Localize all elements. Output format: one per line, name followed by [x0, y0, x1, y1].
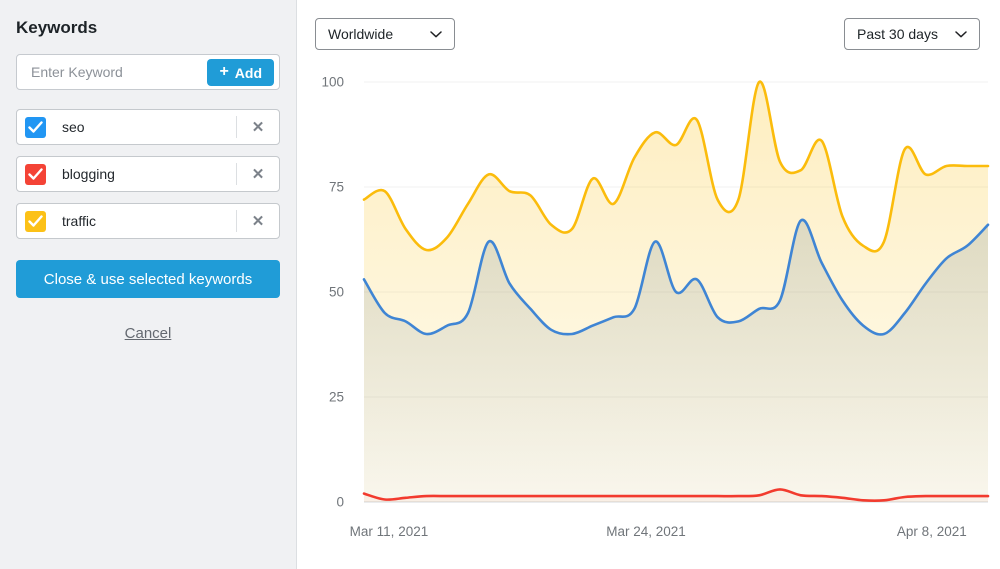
- keyword-row-blogging: blogging ✕: [16, 156, 280, 192]
- chevron-down-icon: [430, 31, 442, 38]
- keyword-checkbox[interactable]: [25, 164, 46, 185]
- divider: [236, 116, 237, 138]
- x-axis-tick-label: Mar 24, 2021: [606, 524, 686, 539]
- apply-keywords-button[interactable]: Close & use selected keywords: [16, 260, 280, 298]
- keyword-checkbox[interactable]: [25, 117, 46, 138]
- cancel-link[interactable]: Cancel: [16, 325, 280, 342]
- x-axis-tick-label: Apr 8, 2021: [897, 524, 967, 539]
- keyword-label: blogging: [62, 166, 236, 182]
- keyword-row-seo: seo ✕: [16, 109, 280, 145]
- chevron-down-icon: [955, 31, 967, 38]
- add-keyword-button[interactable]: + Add: [207, 59, 274, 86]
- close-icon: ✕: [252, 119, 265, 136]
- y-axis-tick-label: 50: [329, 285, 344, 300]
- trends-panel: 0 25 50 75 100 Mar 11, 2021 Mar 24, 2021 Apr 8,…: [298, 0, 1000, 569]
- remove-keyword-button[interactable]: ✕: [243, 210, 273, 233]
- add-button-label: Add: [235, 65, 262, 81]
- date-range-select[interactable]: Past 30 days: [844, 18, 980, 50]
- y-axis-tick-label: 75: [329, 180, 344, 195]
- trends-chart: 0 25 50 75 100 Mar 11, 2021 Mar 24, 2021 Apr 8,…: [298, 0, 1000, 569]
- plus-icon: +: [219, 64, 228, 80]
- keyword-row-traffic: traffic ✕: [16, 203, 280, 239]
- keyword-checkbox[interactable]: [25, 211, 46, 232]
- divider: [236, 210, 237, 232]
- x-axis-tick-label: Mar 11, 2021: [350, 524, 429, 539]
- remove-keyword-button[interactable]: ✕: [243, 116, 273, 139]
- keyword-label: seo: [62, 119, 236, 135]
- check-icon: [28, 168, 43, 181]
- check-icon: [28, 215, 43, 228]
- keywords-sidebar: Keywords + Add seo ✕: [0, 0, 297, 569]
- y-axis-tick-label: 25: [329, 390, 344, 405]
- region-select-value: Worldwide: [328, 26, 393, 42]
- y-axis-tick-label: 0: [336, 495, 344, 510]
- close-icon: ✕: [252, 166, 265, 183]
- date-range-select-value: Past 30 days: [857, 26, 938, 42]
- sidebar-title: Keywords: [16, 18, 280, 38]
- region-select[interactable]: Worldwide: [315, 18, 455, 50]
- keyword-label: traffic: [62, 213, 236, 229]
- divider: [236, 163, 237, 185]
- check-icon: [28, 121, 43, 134]
- keyword-trends-modal: Keywords + Add seo ✕: [0, 0, 1000, 569]
- y-axis-tick-label: 100: [321, 75, 344, 90]
- close-icon: ✕: [252, 213, 265, 230]
- remove-keyword-button[interactable]: ✕: [243, 163, 273, 186]
- keyword-input-row: + Add: [16, 54, 280, 90]
